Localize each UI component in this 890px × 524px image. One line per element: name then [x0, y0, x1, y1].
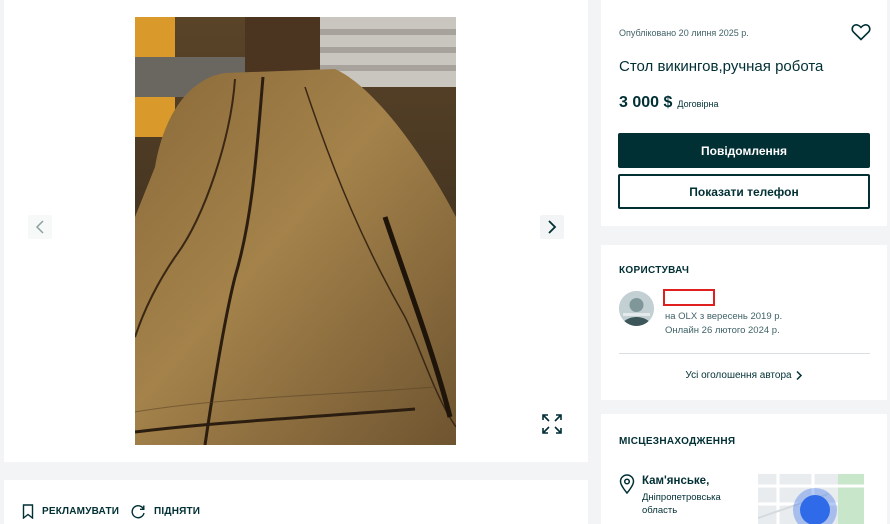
fullscreen-button[interactable]	[541, 413, 563, 435]
promote-button[interactable]: РЕКЛАМУВАТИ	[22, 504, 119, 519]
all-ads-label: Усі оголошення автора	[685, 370, 792, 381]
last-online: Онлайн 26 лютого 2024 р.	[665, 325, 780, 336]
previous-photo-button[interactable]	[28, 215, 52, 239]
negotiable-badge: Договірна	[677, 99, 719, 109]
chevron-left-icon	[35, 220, 44, 234]
chevron-right-icon	[796, 370, 802, 381]
wooden-table-photo	[135, 17, 456, 445]
member-since: на OLX з вересень 2019 р.	[665, 311, 783, 322]
divider	[619, 353, 870, 354]
favorite-button[interactable]	[851, 23, 871, 41]
seller-section-title: КОРИСТУВАЧ	[619, 265, 690, 276]
published-date: Опубліковано 20 липня 2025 р.	[619, 28, 749, 38]
photo-gallery	[4, 0, 588, 462]
raise-label: ПІДНЯТИ	[154, 506, 201, 517]
avatar-icon	[619, 291, 654, 326]
seller-avatar[interactable]	[619, 291, 654, 326]
location-region: Дніпропетровська область	[642, 492, 721, 516]
chevron-right-icon	[548, 220, 557, 234]
offer-card: Опубліковано 20 липня 2025 р. Стол викин…	[601, 0, 887, 226]
bookmark-icon	[22, 504, 34, 519]
show-phone-button[interactable]: Показати телефон	[618, 174, 870, 209]
next-photo-button[interactable]	[540, 215, 564, 239]
message-button[interactable]: Повідомлення	[618, 133, 870, 168]
promote-label: РЕКЛАМУВАТИ	[42, 506, 120, 517]
location-city: Кам'янське,	[642, 475, 710, 487]
location-section-title: МІСЦЕЗНАХОДЖЕННЯ	[619, 436, 736, 447]
listing-actions-bar: РЕКЛАМУВАТИ ПІДНЯТИ	[4, 480, 588, 524]
location-pin-icon	[619, 474, 635, 495]
refresh-icon	[131, 505, 145, 519]
listing-title: Стол викингов,ручная робота	[619, 58, 824, 75]
expand-icon	[542, 414, 562, 434]
seller-name-redacted[interactable]	[663, 289, 715, 306]
location-map[interactable]	[758, 474, 864, 524]
location-pin	[619, 474, 635, 495]
map-thumbnail	[758, 474, 864, 524]
seller-card: КОРИСТУВАЧ на OLX з вересень 2019 р. Онл…	[601, 245, 887, 400]
heart-icon	[851, 24, 871, 41]
location-card: МІСЦЕЗНАХОДЖЕННЯ Кам'янське, Дніпропетро…	[601, 414, 887, 524]
price: 3 000 $	[619, 94, 673, 111]
price-row: 3 000 $ Договірна	[619, 94, 718, 112]
raise-button[interactable]: ПІДНЯТИ	[131, 504, 200, 519]
all-seller-ads-link[interactable]: Усі оголошення автора	[601, 370, 887, 381]
listing-photo[interactable]	[135, 17, 456, 445]
